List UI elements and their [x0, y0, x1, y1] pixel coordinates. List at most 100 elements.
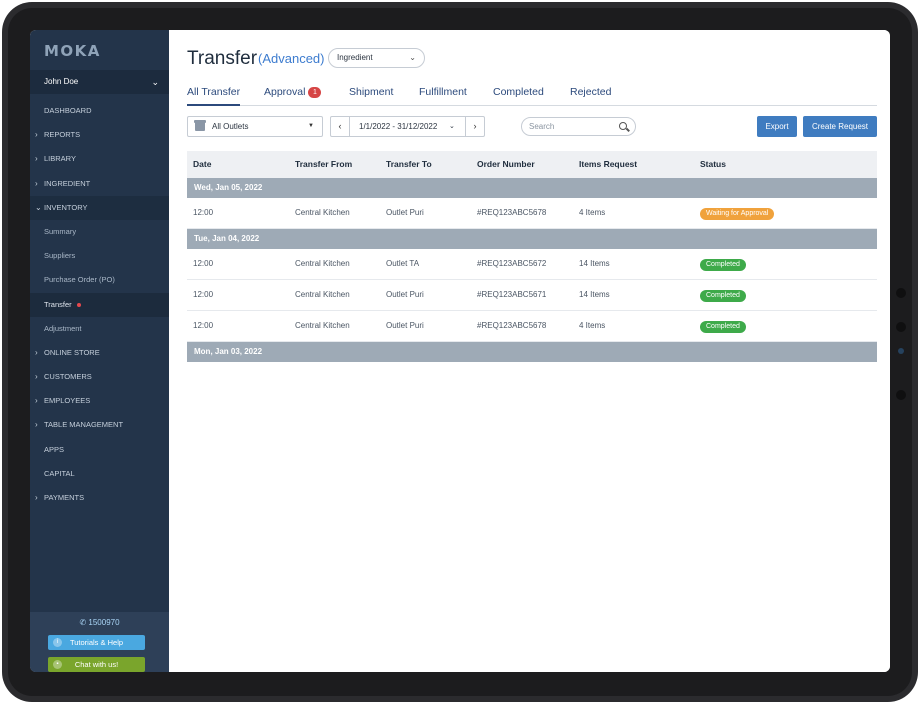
tutorials-help-button[interactable]: i Tutorials & Help — [48, 635, 145, 650]
user-menu[interactable]: John Doe ⌄ — [30, 70, 169, 94]
table-row[interactable]: 12:00 Central Kitchen Outlet Puri #REQ123AB… — [187, 198, 877, 229]
cell-time: 12:00 — [193, 321, 214, 330]
cell-transfer-to: Outlet Puri — [386, 290, 424, 299]
next-period-button[interactable]: › — [465, 117, 484, 136]
table-row[interactable]: 12:00 Central Kitchen Outlet Puri #REQ123AB… — [187, 280, 877, 311]
tab-all-transfer[interactable]: All Transfer — [187, 86, 241, 106]
phone-number: 1500970 — [88, 618, 120, 627]
type-dropdown-value: Ingredient — [337, 53, 373, 62]
chevron-down-icon[interactable]: ⌄ — [449, 117, 455, 136]
tab-rejected[interactable]: Rejected — [570, 86, 611, 106]
cell-order-number: #REQ123ABC5671 — [477, 290, 547, 299]
column-header[interactable]: Status — [700, 151, 726, 178]
sidebar-item-customers[interactable]: › CUSTOMERS — [30, 365, 169, 389]
sidebar-item-reports[interactable]: › REPORTS — [30, 123, 169, 147]
sidebar-subitem-label: Purchase Order (PO) — [44, 275, 115, 285]
sidebar-subitem-transfer[interactable]: Transfer — [30, 292, 169, 317]
sidebar-item-label: REPORTS — [44, 130, 81, 140]
tab-approval[interactable]: Approval 1 — [264, 86, 322, 106]
chat-label: Chat with us! — [74, 660, 119, 669]
date-range-picker: ‹ 1/1/2022 - 31/12/2022 ⌄ › — [330, 116, 485, 137]
cell-items-request: 4 Items — [579, 321, 606, 330]
active-dot-icon — [76, 302, 81, 307]
sidebar-item-label: CUSTOMERS — [44, 372, 92, 382]
cell-order-number: #REQ123ABC5678 — [477, 208, 547, 217]
chevron-right-icon: › — [35, 420, 38, 430]
tutorials-help-label: Tutorials & Help — [69, 638, 124, 647]
phone-icon: ✆ — [79, 618, 87, 627]
tab-fulfillment[interactable]: Fulfillment — [419, 86, 467, 106]
column-header[interactable]: Transfer From — [295, 151, 352, 178]
cell-transfer-to: Outlet Puri — [386, 208, 424, 217]
chat-icon: ▪ — [53, 660, 62, 669]
column-header[interactable]: Date — [193, 151, 211, 178]
sidebar-subitem-adjustment[interactable]: Adjustment — [30, 317, 169, 341]
sidebar-subitem-purchase-order-po[interactable]: Purchase Order (PO) — [30, 268, 169, 292]
sidebar-item-online-store[interactable]: › ONLINE STORE — [30, 341, 169, 365]
tab-shipment[interactable]: Shipment — [349, 86, 393, 106]
status-badge: Waiting for Approval — [700, 208, 775, 220]
column-header[interactable]: Order Number — [477, 151, 535, 178]
sidebar-item-capital[interactable]: CAPITAL — [30, 462, 169, 486]
sidebar-subitem-label: Adjustment — [44, 323, 82, 333]
type-dropdown[interactable]: Ingredient ⌄ — [328, 48, 425, 68]
prev-period-button[interactable]: ‹ — [331, 117, 350, 136]
chevron-right-icon: › — [35, 493, 38, 502]
transfer-table: Date Transfer From Transfer To Order Num… — [187, 151, 877, 362]
outlet-value: All Outlets — [212, 122, 249, 131]
sidebar-item-label: TABLE MANAGEMENT — [44, 420, 124, 430]
support-phone[interactable]: ✆ 1500970 — [30, 618, 169, 627]
cell-time: 12:00 — [193, 208, 214, 217]
sidebar-nav: DASHBOARD › REPORTS › LIBRARY › INGREDIENT ⌄ INV… — [30, 99, 169, 510]
sidebar-subitem-label: Transfer — [44, 299, 72, 309]
chevron-right-icon: › — [35, 347, 38, 357]
cell-items-request: 14 Items — [579, 290, 610, 299]
table-row[interactable]: 12:00 Central Kitchen Outlet TA #REQ123ABC5… — [187, 249, 877, 280]
search-icon — [619, 122, 627, 130]
search-input[interactable]: Search — [521, 117, 636, 136]
export-button[interactable]: Export — [757, 116, 797, 137]
cell-transfer-to: Outlet Puri — [386, 321, 424, 330]
tab-label: Rejected — [570, 86, 612, 98]
cell-time: 12:00 — [193, 259, 214, 268]
chevron-right-icon: › — [35, 130, 38, 140]
sidebar-item-ingredient[interactable]: › INGREDIENT — [30, 172, 169, 196]
outlet-dropdown[interactable]: All Outlets ▼ — [187, 116, 323, 137]
table-body: Wed, Jan 05, 2022 12:00 Central Kitchen Out… — [187, 178, 877, 362]
sidebar-item-employees[interactable]: › EMPLOYEES — [30, 389, 169, 413]
create-request-button[interactable]: Create Request — [803, 116, 877, 137]
sidebar-item-dashboard[interactable]: DASHBOARD — [30, 99, 169, 123]
sidebar-item-library[interactable]: › LIBRARY — [30, 147, 169, 171]
sidebar-subitem-suppliers[interactable]: Suppliers — [30, 244, 169, 268]
cell-status: Completed — [700, 311, 746, 341]
moka-logo[interactable]: MOKA — [44, 42, 101, 60]
tab-label: All Transfer — [187, 86, 241, 98]
caret-down-icon: ▼ — [308, 123, 314, 129]
tab-label: Completed — [493, 86, 544, 98]
table-row[interactable]: 12:00 Central Kitchen Outlet Puri #REQ123AB… — [187, 311, 877, 342]
chat-button[interactable]: ▪ Chat with us! — [48, 657, 145, 672]
sidebar-item-apps[interactable]: APPS — [30, 438, 169, 462]
sidebar-item-payments[interactable]: › PAYMENTS — [30, 486, 169, 510]
tab-completed[interactable]: Completed — [493, 86, 544, 106]
cell-transfer-to: Outlet TA — [386, 259, 420, 268]
sidebar-subitem-summary[interactable]: Summary — [30, 220, 169, 244]
sidebar-item-label: INVENTORY — [44, 202, 88, 212]
sidebar-item-table-management[interactable]: › TABLE MANAGEMENT — [30, 413, 169, 437]
sidebar-item-label: CAPITAL — [44, 468, 75, 478]
sidebar-item-label: ONLINE STORE — [44, 347, 100, 357]
column-header[interactable]: Transfer To — [386, 151, 432, 178]
column-header[interactable]: Items Request — [579, 151, 637, 178]
cell-transfer-from: Central Kitchen — [295, 208, 350, 217]
sidebar-item-inventory[interactable]: ⌄ INVENTORY — [30, 195, 169, 220]
date-range-value[interactable]: 1/1/2022 - 31/12/2022 — [359, 117, 437, 136]
cell-transfer-from: Central Kitchen — [295, 290, 350, 299]
search-placeholder: Search — [529, 122, 555, 131]
sidebar-item-label: EMPLOYEES — [44, 396, 91, 406]
table-header: Date Transfer From Transfer To Order Num… — [187, 151, 877, 178]
cell-transfer-from: Central Kitchen — [295, 259, 350, 268]
date-group-header: Mon, Jan 03, 2022 — [187, 342, 877, 362]
hardware-button — [896, 322, 906, 332]
tab-bar: All Transfer Approval 1 Shipment Fulfillm… — [187, 86, 877, 106]
app-screen: MOKA John Doe ⌄ DASHBOARD › REPORTS › LIBRAR… — [30, 30, 890, 672]
